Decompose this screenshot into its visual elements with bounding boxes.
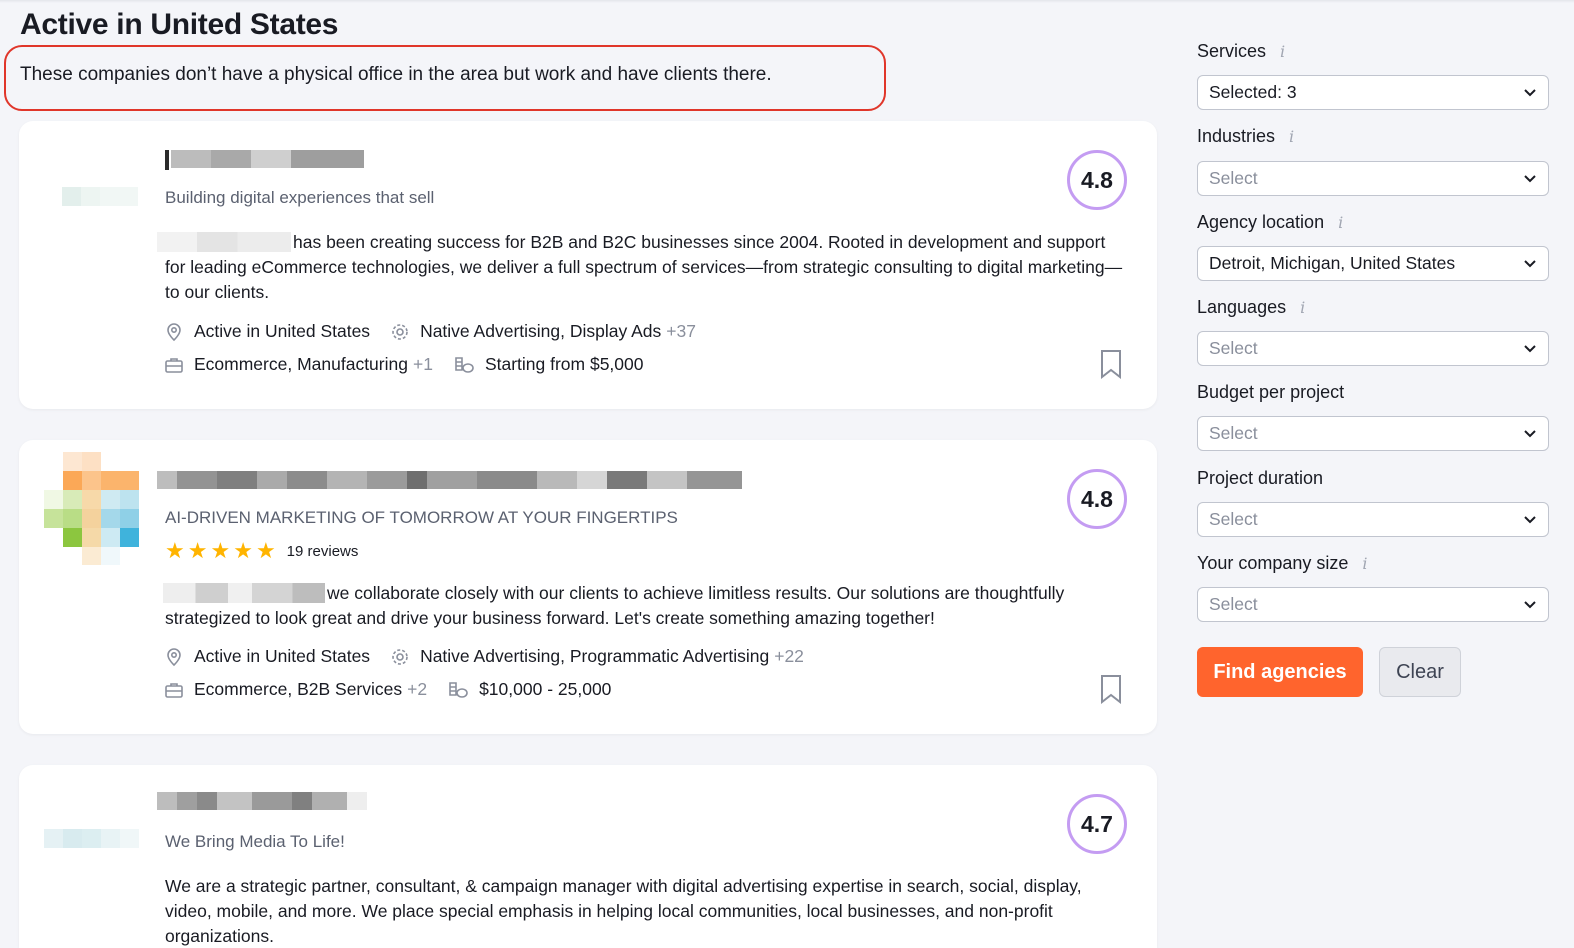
- services-meta: Native Advertising, Display Ads +37: [390, 321, 696, 342]
- star-icon: ★: [187, 538, 208, 563]
- meta-row: Active in United States Native Advertisi…: [164, 646, 824, 667]
- rating-badge: 4.8: [1067, 150, 1127, 210]
- find-agencies-button[interactable]: Find agencies: [1197, 647, 1363, 697]
- info-icon[interactable]: i: [1362, 554, 1367, 573]
- page-title: Active in United States: [20, 8, 339, 41]
- chevron-down-icon: [1524, 175, 1536, 183]
- bookmark-icon[interactable]: [1099, 674, 1123, 704]
- review-count[interactable]: 19 reviews: [287, 543, 359, 560]
- meta-row: Active in United States Native Advertisi…: [164, 321, 716, 342]
- location-meta: Active in United States: [164, 321, 370, 342]
- location-pin-icon: [167, 647, 181, 666]
- filter-label-languages: Languages i: [1197, 297, 1306, 317]
- page-subtitle: These companies don’t have a physical of…: [20, 64, 772, 85]
- services-select[interactable]: Selected: 3: [1197, 75, 1549, 110]
- info-icon[interactable]: i: [1280, 42, 1285, 61]
- agency-name-redacted[interactable]: [157, 792, 367, 810]
- industries-meta: Ecommerce, Manufacturing +1: [164, 354, 433, 375]
- agency-name-redacted[interactable]: [165, 150, 365, 170]
- industries-more[interactable]: +2: [407, 679, 427, 700]
- agency-card[interactable]: AI-DRIVEN MARKETING OF TOMORROW AT YOUR …: [19, 440, 1157, 734]
- filter-label-agency-location: Agency location i: [1197, 212, 1344, 232]
- filter-label-services: Services i: [1197, 41, 1286, 61]
- location-pin-icon: [167, 322, 181, 341]
- meta-row: Ecommerce, B2B Services +2 $10,000 - 25,0…: [164, 679, 631, 700]
- chevron-down-icon: [1524, 89, 1536, 97]
- location-meta: Active in United States: [164, 646, 370, 667]
- agency-description: We are a strategic partner, consultant, …: [165, 876, 1082, 946]
- chevron-down-icon: [1524, 430, 1536, 438]
- star-icon: ★: [255, 538, 276, 563]
- filter-label-company-size: Your company size i: [1197, 553, 1368, 573]
- services-more[interactable]: +37: [666, 321, 696, 342]
- agency-description: we collaborate closely with our clients …: [163, 583, 1065, 628]
- gear-icon: [392, 323, 408, 340]
- industries-select[interactable]: Select: [1197, 161, 1549, 196]
- industries-more[interactable]: +1: [413, 354, 433, 375]
- chevron-down-icon: [1524, 601, 1536, 609]
- agency-card[interactable]: We Bring Media To Life! 4.7 We are a str…: [19, 765, 1157, 948]
- coins-icon: [449, 681, 468, 698]
- agency-logo: [44, 452, 139, 565]
- rating-badge: 4.7: [1067, 794, 1127, 854]
- bookmark-icon[interactable]: [1099, 349, 1123, 379]
- agency-name-redacted[interactable]: [157, 471, 742, 489]
- chevron-down-icon: [1524, 345, 1536, 353]
- star-icon: ★: [165, 538, 185, 563]
- coins-icon: [455, 356, 474, 373]
- budget-select[interactable]: Select: [1197, 416, 1549, 451]
- agency-tagline: We Bring Media To Life!: [165, 832, 345, 851]
- briefcase-icon: [165, 682, 183, 698]
- industries-meta: Ecommerce, B2B Services +2: [164, 679, 427, 700]
- results-column: Active in United States These companies …: [0, 0, 1170, 948]
- redacted-name: [157, 232, 291, 252]
- agency-card[interactable]: Building digital experiences that sell 4…: [19, 121, 1157, 409]
- star-icon: ★: [210, 538, 231, 563]
- chevron-down-icon: [1524, 516, 1536, 524]
- redacted-name: [163, 583, 325, 603]
- star-icon: ★: [233, 538, 253, 563]
- agency-logo: [62, 187, 138, 206]
- briefcase-icon: [165, 357, 183, 373]
- info-icon[interactable]: i: [1338, 213, 1343, 232]
- filter-label-budget: Budget per project: [1197, 382, 1345, 402]
- gear-icon: [392, 648, 408, 665]
- services-more[interactable]: +22: [774, 646, 804, 667]
- services-meta: Native Advertising, Programmatic Adverti…: [390, 646, 804, 667]
- budget-meta: $10,000 - 25,000: [447, 679, 611, 700]
- agency-tagline: AI-DRIVEN MARKETING OF TOMORROW AT YOUR …: [165, 508, 678, 527]
- company-size-select[interactable]: Select: [1197, 587, 1549, 622]
- agency-tagline: Building digital experiences that sell: [165, 188, 435, 207]
- info-icon[interactable]: i: [1289, 127, 1294, 146]
- rating-badge: 4.8: [1067, 469, 1127, 529]
- agency-description: has been creating success for B2B and B2…: [157, 230, 1125, 305]
- filter-label-industries: Industries i: [1197, 126, 1295, 146]
- duration-select[interactable]: Select: [1197, 502, 1549, 537]
- budget-meta: Starting from $5,000: [453, 354, 644, 375]
- languages-select[interactable]: Select: [1197, 331, 1549, 366]
- chevron-down-icon: [1524, 260, 1536, 268]
- review-stars[interactable]: ★ ★ ★ ★ ★ 19 reviews: [165, 540, 358, 562]
- agency-logo: [44, 829, 139, 848]
- agency-location-select[interactable]: Detroit, Michigan, United States: [1197, 246, 1549, 281]
- meta-row: Ecommerce, Manufacturing +1 Starting from…: [164, 354, 664, 375]
- info-icon[interactable]: i: [1300, 298, 1305, 317]
- filter-label-duration: Project duration: [1197, 468, 1324, 488]
- clear-button[interactable]: Clear: [1379, 647, 1461, 697]
